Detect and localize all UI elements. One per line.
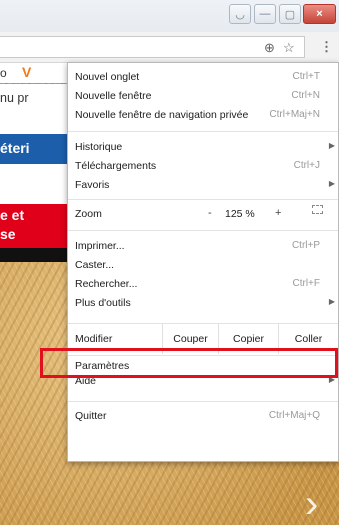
menu-item-downloads[interactable]: Téléchargements Ctrl+J	[68, 157, 338, 177]
menu-item-help[interactable]: Aide ▶	[68, 372, 338, 392]
submenu-arrow-icon: ▶	[328, 179, 335, 188]
close-icon: ×	[316, 8, 323, 20]
menu-item-shortcut: Ctrl+T	[292, 71, 321, 82]
browser-toolbar: ⊕ ☆ ⋮	[0, 32, 339, 63]
page-red-banner-line2: se	[0, 226, 16, 242]
zoom-level-value: 125 %	[225, 208, 255, 220]
menu-item-cast[interactable]: Caster...	[68, 256, 338, 276]
bookmark-star-icon[interactable]: ☆	[283, 37, 295, 59]
menu-item-new-tab[interactable]: Nouvel onglet Ctrl+T	[68, 68, 338, 88]
edit-label: Modifier	[75, 333, 113, 345]
bookmark-item[interactable]: o	[0, 66, 7, 80]
chrome-menu-icon[interactable]: ⋮	[320, 36, 333, 58]
menu-item-label: Aide	[75, 375, 97, 387]
menu-item-label: Nouvel onglet	[75, 71, 140, 83]
bookmark-favicon-icon[interactable]: V	[22, 64, 31, 80]
menu-item-quit[interactable]: Quitter Ctrl+Maj+Q	[68, 407, 338, 427]
menu-item-shortcut: Ctrl+Maj+Q	[268, 410, 320, 421]
menu-item-label: Nouvelle fenêtre	[75, 90, 152, 102]
menu-item-label: Caster...	[75, 259, 115, 271]
menu-item-label: Plus d'outils	[75, 297, 131, 309]
menu-item-label: Imprimer...	[75, 240, 125, 252]
menu-separator	[68, 355, 338, 356]
zoom-out-button[interactable]: -	[208, 207, 212, 219]
page-black-strip	[0, 248, 70, 262]
menu-zoom-row: Zoom - 125 % +	[68, 199, 338, 229]
page-gap	[0, 164, 70, 204]
menu-separator	[68, 401, 338, 402]
maximize-button[interactable]: ▢	[279, 4, 301, 24]
menu-item-history[interactable]: Historique ▶	[68, 138, 338, 158]
menu-separator	[68, 230, 338, 231]
menu-item-print[interactable]: Imprimer... Ctrl+P	[68, 237, 338, 257]
cut-button[interactable]: Couper	[162, 324, 218, 354]
menu-item-more-tools[interactable]: Plus d'outils ▶	[68, 294, 338, 314]
fullscreen-icon[interactable]	[312, 205, 323, 214]
menu-item-shortcut: Ctrl+Maj+N	[269, 109, 320, 120]
menu-item-new-private-window[interactable]: Nouvelle fenêtre de navigation privée Ct…	[68, 106, 338, 126]
copy-button[interactable]: Copier	[218, 324, 278, 354]
menu-item-find[interactable]: Rechercher... Ctrl+F	[68, 275, 338, 295]
window-titlebar: ◡ — ▢ ×	[0, 0, 339, 32]
zoom-indicator-icon[interactable]: ⊕	[264, 37, 275, 59]
bookmarks-bar	[0, 63, 70, 83]
user-icon: ◡	[235, 8, 245, 21]
close-window-button[interactable]: ×	[303, 4, 336, 24]
menu-separator	[68, 131, 338, 132]
menu-item-shortcut: Ctrl+N	[291, 90, 320, 101]
menu-item-label: Favoris	[75, 179, 110, 191]
page-red-banner-line1: e et	[0, 207, 25, 223]
minimize-button[interactable]: —	[254, 4, 276, 24]
menu-item-shortcut: Ctrl+J	[293, 160, 320, 171]
menu-item-label: Paramètres	[75, 360, 130, 372]
paste-button[interactable]: Coller	[278, 324, 338, 354]
menu-item-label: Téléchargements	[75, 160, 157, 172]
submenu-arrow-icon: ▶	[328, 375, 335, 384]
submenu-arrow-icon: ▶	[328, 297, 335, 306]
menu-item-label: Historique	[75, 141, 123, 153]
menu-item-label: Quitter	[75, 410, 107, 422]
user-profile-button[interactable]: ◡	[229, 4, 251, 24]
menu-item-new-window[interactable]: Nouvelle fenêtre Ctrl+N	[68, 87, 338, 107]
menu-item-shortcut: Ctrl+P	[291, 240, 320, 251]
carousel-next-icon[interactable]: ›	[305, 482, 318, 527]
page-snippet-text: nu pr	[0, 91, 29, 105]
menu-item-shortcut: Ctrl+F	[292, 278, 321, 289]
address-bar[interactable]: ⊕ ☆	[0, 36, 305, 58]
minimize-icon: —	[259, 8, 271, 20]
chrome-main-menu: Nouvel onglet Ctrl+T Nouvelle fenêtre Ct…	[67, 62, 339, 462]
page-blue-banner-text[interactable]: éteri	[0, 140, 30, 156]
zoom-in-button[interactable]: +	[275, 207, 281, 219]
submenu-arrow-icon: ▶	[328, 141, 335, 150]
maximize-icon: ▢	[284, 8, 296, 21]
menu-item-label: Nouvelle fenêtre de navigation privée	[75, 109, 249, 121]
menu-item-label: Rechercher...	[75, 278, 138, 290]
zoom-label: Zoom	[75, 208, 102, 220]
menu-edit-row: Modifier Couper Copier Coller	[68, 324, 338, 354]
menu-item-favorites[interactable]: Favoris ▶	[68, 176, 338, 196]
